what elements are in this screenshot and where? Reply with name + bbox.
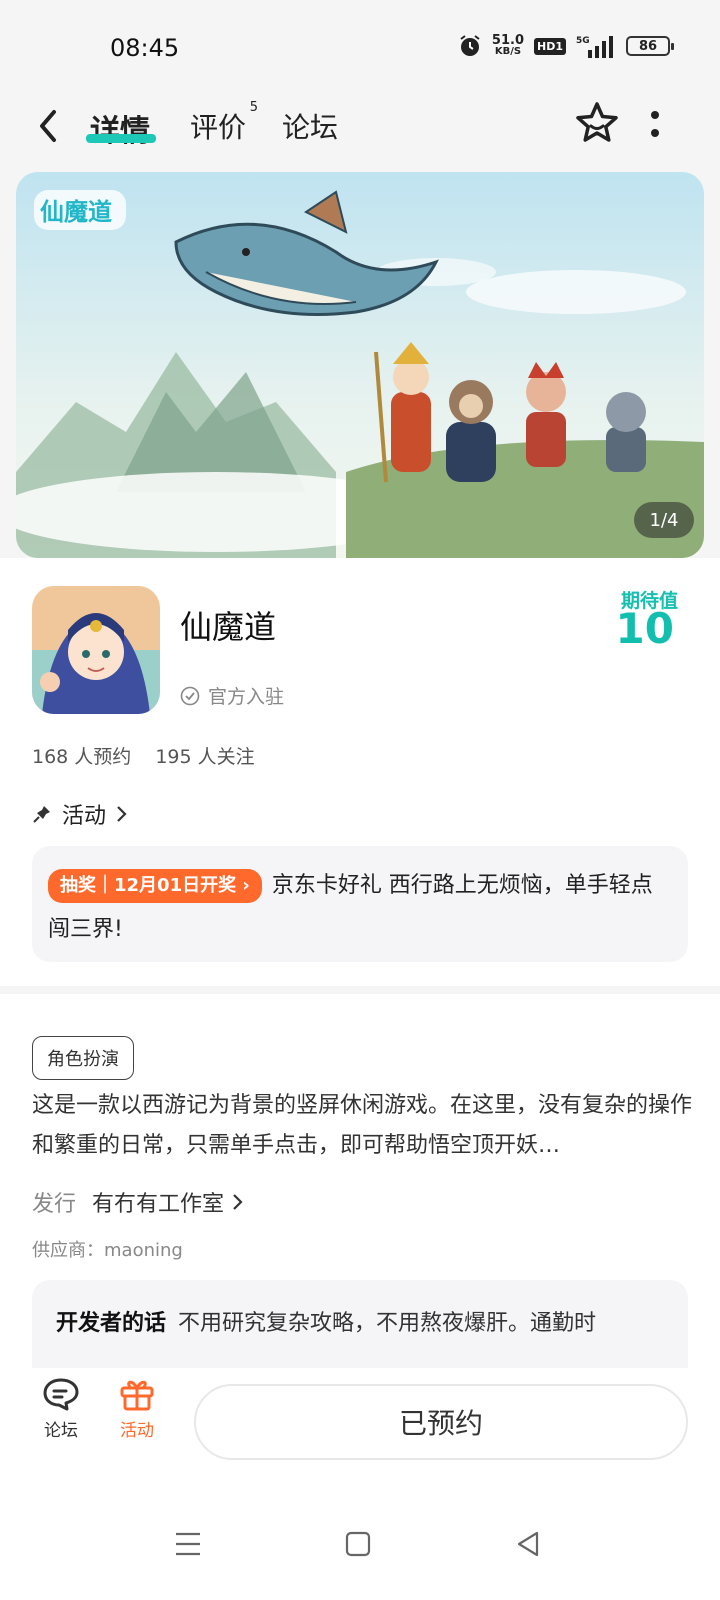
app-icon-image xyxy=(32,586,160,714)
verified-check-icon xyxy=(180,686,200,705)
developer-note[interactable]: 开发者的话 不用研究复杂攻略，不用熬夜爆肝。通勤时 xyxy=(32,1280,688,1368)
speed-value: 51.0 xyxy=(491,33,524,48)
publisher-row[interactable]: 发行 有冇有工作室 xyxy=(32,1186,244,1218)
recent-apps-button[interactable] xyxy=(170,1526,206,1562)
chevron-right-icon: › xyxy=(242,875,250,896)
game-description: 角色扮演 这是一款以西游记为背景的竖屏休闲游戏。在这里，没有复杂的操作和繁重的日… xyxy=(0,994,720,1368)
character-demon xyxy=(526,362,566,467)
network-type: 5G xyxy=(576,36,590,46)
tab-review-label: 评价 xyxy=(190,111,247,144)
lottery-tag[interactable]: 抽奖｜12月01日开奖 › xyxy=(48,869,262,903)
screenshot-banner[interactable]: 仙魔道 1/4 xyxy=(16,172,704,558)
hd-badge: HD1 xyxy=(534,37,566,55)
signal-icon: 5G xyxy=(576,36,613,58)
status-time: 08:45 xyxy=(110,34,180,62)
favorite-button[interactable] xyxy=(574,100,620,146)
character-monkey xyxy=(446,380,496,482)
more-dot-icon xyxy=(651,111,659,119)
publisher-label: 发行 xyxy=(32,1192,77,1217)
back-button[interactable] xyxy=(36,106,68,146)
developer-note-text: 不用研究复杂攻略，不用熬夜爆肝。通勤时 xyxy=(178,1311,597,1336)
system-navigation-bar xyxy=(0,1470,720,1600)
system-back-button[interactable] xyxy=(510,1526,546,1562)
expect-score: 10 xyxy=(615,604,674,653)
activity-item[interactable]: 抽奖｜12月01日开奖 › 京东卡好礼 西行路上无烦恼，单手轻点闯三界! xyxy=(32,846,688,962)
bottom-forum-label: 论坛 xyxy=(44,1421,78,1441)
official-label: 官方入驻 xyxy=(208,686,285,708)
top-nav: 详情 评价 5 论坛 xyxy=(0,90,720,170)
bottom-activity-label: 活动 xyxy=(120,1421,154,1441)
alarm-icon xyxy=(460,35,480,56)
chevron-right-icon xyxy=(117,806,127,822)
publisher-name: 有冇有工作室 xyxy=(92,1192,225,1217)
tab-detail-label: 详情 xyxy=(90,114,150,149)
active-tab-indicator xyxy=(86,134,156,143)
app-info-card: 仙魔道 官方入驻 期待值 10 168 人预约 195 人关注 活动 抽奖｜12… xyxy=(0,558,720,986)
bottom-action-bar: 论坛 活动 已预约 xyxy=(0,1368,720,1470)
activity-header[interactable]: 活动 xyxy=(32,798,128,830)
follower-count: 195 人关注 xyxy=(155,746,255,768)
review-count-badge: 5 xyxy=(249,100,259,115)
game-logo: 仙魔道 xyxy=(34,190,126,230)
character-boar xyxy=(606,392,646,472)
network-speed: 51.0 KB/S xyxy=(491,33,524,57)
forum-chat-icon xyxy=(43,1378,79,1411)
tab-forum[interactable]: 论坛 xyxy=(282,106,338,146)
reservation-count: 168 人预约 xyxy=(32,746,132,768)
back-triangle-icon xyxy=(517,1531,539,1557)
chevron-right-icon xyxy=(233,1194,243,1210)
app-icon xyxy=(32,586,160,714)
bottom-activity-button[interactable]: 活动 xyxy=(102,1376,172,1441)
status-icons: 51.0 KB/S HD1 5G 86 xyxy=(458,30,674,62)
battery-level: 86 xyxy=(638,38,658,54)
app-name: 仙魔道 xyxy=(180,608,277,646)
banner-illustration: 仙魔道 xyxy=(16,172,704,558)
more-menu-button[interactable] xyxy=(648,106,662,142)
lottery-tag-label: 抽奖｜12月01日开奖 xyxy=(60,875,237,896)
status-bar: 08:45 51.0 KB/S HD1 5G 86 xyxy=(0,0,720,90)
tab-forum-label: 论坛 xyxy=(282,111,339,144)
official-badge: 官方入驻 xyxy=(180,682,284,709)
more-dot-icon xyxy=(651,129,659,137)
bottom-forum-button[interactable]: 论坛 xyxy=(26,1376,96,1441)
tab-detail[interactable]: 详情 xyxy=(90,106,150,150)
tab-review[interactable]: 评价 5 xyxy=(190,100,258,146)
speed-unit: KB/S xyxy=(494,46,522,57)
supplier-info: 供应商：maoning xyxy=(32,1240,183,1261)
banner-logo-text: 仙魔道 xyxy=(40,198,112,226)
description-text[interactable]: 这是一款以西游记为背景的竖屏休闲游戏。在这里，没有复杂的操作和繁重的日常，只需单… xyxy=(32,1086,692,1166)
home-square-icon xyxy=(345,1531,371,1557)
battery-icon: 86 xyxy=(626,36,674,56)
banner-page-counter: 1/4 xyxy=(634,502,694,538)
back-arrow-icon xyxy=(40,110,56,142)
app-stats: 168 人预约 195 人关注 xyxy=(32,742,255,769)
developer-note-label: 开发者的话 xyxy=(56,1311,167,1336)
menu-lines-icon xyxy=(176,1532,200,1556)
reserved-button[interactable]: 已预约 xyxy=(194,1384,688,1460)
home-button[interactable] xyxy=(340,1526,376,1562)
activity-title: 活动 xyxy=(62,804,107,829)
gift-icon xyxy=(120,1380,154,1411)
pin-icon xyxy=(33,806,50,823)
genre-tag[interactable]: 角色扮演 xyxy=(32,1036,134,1080)
star-icon xyxy=(576,102,618,142)
publisher-link[interactable]: 有冇有工作室 xyxy=(92,1186,244,1218)
